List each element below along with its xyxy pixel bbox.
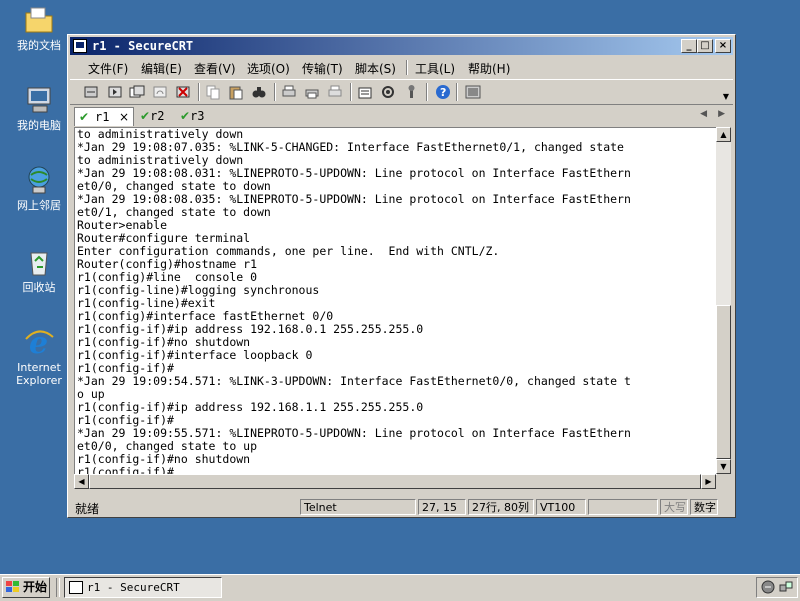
status-emulation: VT100 <box>536 499 586 515</box>
menu-separator <box>406 60 408 75</box>
toolbar: ? ▼ <box>70 79 733 105</box>
status-ready: 就绪 <box>75 502 100 516</box>
tab-close-icon[interactable]: × <box>119 108 129 126</box>
tab-r3[interactable]: ✔r3 <box>180 107 216 125</box>
paste-icon[interactable] <box>227 83 245 101</box>
tab-prev-button[interactable]: ◀ <box>700 109 707 119</box>
status-terminal-size: 27行, 80列 <box>468 499 534 515</box>
desktop-icon-my-computer[interactable]: 我的电脑 <box>6 84 72 132</box>
network-icon <box>22 164 56 196</box>
menu-options[interactable]: 选项(O) <box>247 60 290 77</box>
print-setup-icon[interactable] <box>326 83 344 101</box>
connected-check-icon: ✔ <box>180 109 191 123</box>
print-selection-icon[interactable] <box>303 83 321 101</box>
network-status-icon[interactable] <box>779 580 793 597</box>
status-bar: 就绪 Telnet 27, 15 27行, 80列 VT100 大写 数字 <box>70 497 733 517</box>
menu-transfer[interactable]: 传输(T) <box>302 60 343 77</box>
menu-edit[interactable]: 编辑(E) <box>141 60 182 77</box>
taskbar: 开始 r1 - SecureCRT <box>0 574 800 601</box>
connected-check-icon: ✔ <box>140 109 151 123</box>
windows-logo-icon <box>6 581 19 592</box>
about-icon[interactable] <box>464 83 482 101</box>
ie-icon: e <box>22 326 56 358</box>
menu-script[interactable]: 脚本(S) <box>355 60 396 77</box>
toolbar-separator <box>350 83 352 101</box>
taskbar-item-securecrt[interactable]: r1 - SecureCRT <box>64 577 222 598</box>
volume-icon[interactable] <box>761 580 775 597</box>
svg-text:?: ? <box>440 86 446 99</box>
terminal-output[interactable]: to administratively down *Jan 29 19:08:07… <box>74 127 717 475</box>
securecrt-icon <box>69 581 83 594</box>
securecrt-window: r1 - SecureCRT _ □ × 文件(F) 编辑(E) 查看(V) 选… <box>67 34 736 518</box>
terminal-line: *Jan 29 19:09:54.571: %LINK-3-UPDOWN: In… <box>77 374 631 388</box>
help-icon[interactable]: ? <box>434 83 452 101</box>
copy-icon[interactable] <box>204 83 222 101</box>
global-options-icon[interactable] <box>379 83 397 101</box>
start-button[interactable]: 开始 <box>2 577 50 598</box>
status-cursor-position: 27, 15 <box>418 499 466 515</box>
keymap-icon[interactable] <box>402 83 420 101</box>
scroll-right-button[interactable]: ▶ <box>701 474 716 489</box>
connected-check-icon: ✔ <box>79 110 90 124</box>
menu-tools[interactable]: 工具(L) <box>415 60 455 77</box>
desktop-icon-network[interactable]: 网上邻居 <box>6 164 72 212</box>
print-icon[interactable] <box>280 83 298 101</box>
tab-r2[interactable]: ✔r2 <box>140 107 176 125</box>
vertical-scrollbar[interactable]: ▲ ▼ <box>716 127 731 474</box>
toolbar-overflow-icon[interactable]: ▼ <box>723 92 729 101</box>
toolbar-separator <box>456 83 458 101</box>
toolbar-separator <box>426 83 428 101</box>
desktop-icon-recycle-bin[interactable]: 回收站 <box>6 246 72 294</box>
connect-icon[interactable] <box>82 83 100 101</box>
connect-tab-icon[interactable] <box>128 83 146 101</box>
menu-view[interactable]: 查看(V) <box>194 60 236 77</box>
disconnect-icon[interactable] <box>174 83 192 101</box>
close-button[interactable]: × <box>715 39 731 53</box>
app-icon[interactable] <box>73 39 87 53</box>
desktop-icon-internet-explorer[interactable]: e Internet Explorer <box>6 326 72 387</box>
window-title: r1 - SecureCRT <box>92 39 194 53</box>
scroll-up-button[interactable]: ▲ <box>716 127 731 142</box>
session-tabs: ✔ r1 × ✔r2 ✔r3 ◀ ▶ <box>70 105 733 126</box>
system-tray <box>756 577 798 598</box>
reconnect-icon[interactable] <box>151 83 169 101</box>
tab-next-button[interactable]: ▶ <box>718 109 725 119</box>
scroll-thumb[interactable] <box>716 305 731 459</box>
menu-file[interactable]: 文件(F) <box>88 60 128 77</box>
taskbar-separator <box>56 578 60 597</box>
status-protocol: Telnet <box>300 499 416 515</box>
quick-connect-icon[interactable] <box>106 83 124 101</box>
terminal-line: et0/1, changed state to down <box>77 205 271 219</box>
toolbar-separator <box>198 83 200 101</box>
scroll-down-button[interactable]: ▼ <box>716 459 731 474</box>
title-bar[interactable]: r1 - SecureCRT _ □ × <box>70 37 733 55</box>
find-icon[interactable] <box>250 83 268 101</box>
status-num-lock: 数字 <box>690 499 718 515</box>
menu-bar: 文件(F) 编辑(E) 查看(V) 选项(O) 传输(T) 脚本(S) 工具(L… <box>70 57 733 77</box>
session-options-icon[interactable] <box>356 83 374 101</box>
recycle-bin-icon <box>22 246 56 278</box>
desktop-icon-my-documents[interactable]: 我的文档 <box>6 4 72 52</box>
menu-help[interactable]: 帮助(H) <box>468 60 510 77</box>
scroll-thumb[interactable] <box>89 474 701 489</box>
status-empty-panel <box>588 499 658 515</box>
minimize-button[interactable]: _ <box>681 39 697 53</box>
status-caps-lock: 大写 <box>660 499 688 515</box>
computer-icon <box>22 84 56 116</box>
scroll-left-button[interactable]: ◀ <box>74 474 89 489</box>
horizontal-scrollbar[interactable]: ◀ ▶ <box>74 474 716 489</box>
tab-r1[interactable]: ✔ r1 × <box>74 107 134 126</box>
maximize-button[interactable]: □ <box>697 39 713 53</box>
folder-icon <box>22 4 56 36</box>
toolbar-separator <box>274 83 276 101</box>
